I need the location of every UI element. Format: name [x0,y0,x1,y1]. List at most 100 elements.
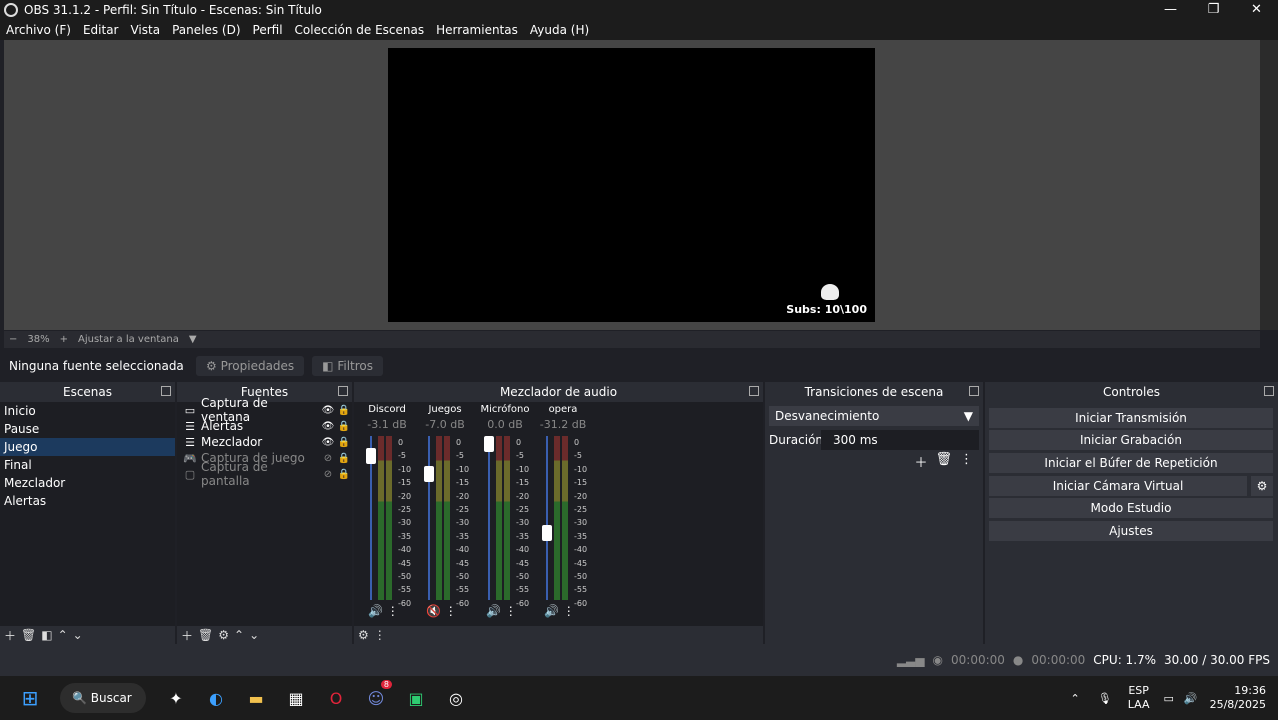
scene-item[interactable]: Juego [0,438,175,456]
add-icon[interactable]: ＋ [181,627,193,644]
preview-area[interactable]: Subs: 10\100 [4,40,1260,330]
more-icon[interactable]: ⋮ [445,604,457,618]
fader-track[interactable] [546,436,548,600]
language-indicator[interactable]: ESP LAA [1128,684,1150,712]
menu-tools[interactable]: Herramientas [430,23,524,37]
lock-icon[interactable]: 🔒 [336,469,352,480]
file-explorer-icon[interactable]: ▬ [240,682,272,714]
menu-edit[interactable]: Editar [77,23,125,37]
obs-taskbar-icon[interactable]: ◎ [440,682,472,714]
zoom-dropdown-icon[interactable]: ▼ [184,334,202,345]
volume-fader-handle[interactable] [542,524,552,541]
menu-help[interactable]: Ayuda (H) [524,23,595,37]
filters-button[interactable]: ◧ Filtros [312,356,383,376]
trash-icon[interactable]: 🗑 [935,452,952,471]
start-replay-buffer-button[interactable]: Iniciar el Búfer de Repetición [989,453,1273,473]
preview-canvas[interactable]: Subs: 10\100 [388,48,875,322]
clock[interactable]: 19:36 25/8/2025 [1210,684,1266,712]
move-down-icon[interactable]: ⌄ [73,628,83,642]
discord-icon[interactable]: ☺ 8 [360,680,392,714]
undock-icon[interactable] [749,386,759,396]
menu-scene-collection[interactable]: Colección de Escenas [289,23,431,37]
properties-button[interactable]: ⚙ Propiedades [196,356,305,376]
eye-hidden-icon[interactable]: ⊘ [320,453,336,464]
start-virtual-camera-button[interactable]: Iniciar Cámara Virtual [989,476,1247,496]
volume-fader-handle[interactable] [424,465,434,482]
store-icon[interactable]: ▦ [280,682,312,714]
edge-icon[interactable]: ◐ [200,682,232,714]
scene-item[interactable]: Alertas [0,492,175,510]
trash-icon[interactable]: 🗑 [198,628,213,642]
scene-item[interactable]: Final [0,456,175,474]
copilot-icon[interactable]: ✦ [160,682,192,714]
opera-icon[interactable]: O [320,682,352,714]
lock-icon[interactable]: 🔒 [336,453,352,464]
more-icon[interactable]: ⋮ [505,604,517,618]
lock-icon[interactable]: 🔒 [336,437,352,448]
scene-item[interactable]: Pause [0,420,175,438]
studio-mode-button[interactable]: Modo Estudio [989,498,1273,518]
source-item[interactable]: ☰ Alertas 👁 🔒 [177,418,352,434]
move-up-icon[interactable]: ⌃ [58,628,68,642]
chevron-up-icon[interactable]: ⌃ [1071,692,1080,705]
fit-window-button[interactable]: Ajustar a la ventana [73,334,184,345]
eye-icon[interactable]: 👁 [320,421,336,432]
more-icon[interactable]: ⋮ [563,604,575,618]
add-icon[interactable]: ＋ [4,627,16,644]
add-icon[interactable]: ＋ [914,452,927,471]
fader-track[interactable] [488,436,490,600]
close-button[interactable]: ✕ [1235,0,1278,20]
filter-icon[interactable]: ◧ [41,628,52,642]
undock-icon[interactable] [1264,386,1274,396]
muted-speaker-icon[interactable]: 🔇 [426,604,441,618]
undock-icon[interactable] [969,386,979,396]
chat-app-icon[interactable]: ▣ [400,682,432,714]
virtual-camera-settings-gear-icon[interactable]: ⚙ [1251,476,1273,496]
source-item[interactable]: ▢ Captura de pantalla ⊘ 🔒 [177,460,352,488]
more-icon[interactable]: ⋮ [374,628,386,642]
undock-icon[interactable] [161,386,171,396]
minimize-button[interactable]: — [1149,0,1192,20]
taskbar-search[interactable]: 🔍 Buscar [60,683,146,713]
scene-item[interactable]: Mezclador [0,474,175,492]
undock-icon[interactable] [338,386,348,396]
zoom-in-button[interactable]: + [55,334,73,345]
start-streaming-button[interactable]: Iniciar Transmisión [989,408,1273,428]
volume-fader-handle[interactable] [484,436,494,452]
menu-file[interactable]: Archivo (F) [0,23,77,37]
gear-icon[interactable]: ⚙ [358,628,369,642]
duration-input[interactable]: 300 ms [821,430,979,450]
zoom-out-button[interactable]: − [4,334,22,345]
eye-icon[interactable]: 👁 [320,405,336,416]
lock-icon[interactable]: 🔒 [336,405,352,416]
scene-item[interactable]: Inicio [0,402,175,420]
maximize-button[interactable]: ❐ [1192,0,1235,20]
source-item[interactable]: ▭ Captura de ventana 👁 🔒 [177,396,352,424]
settings-button[interactable]: Ajustes [989,521,1273,541]
speaker-icon[interactable]: 🔊 [368,604,383,618]
move-up-icon[interactable]: ⌃ [234,628,244,642]
trash-icon[interactable]: 🗑 [21,628,36,642]
volume-icon[interactable]: 🔊 [1184,692,1198,705]
preview-scrollbar[interactable] [1260,40,1278,330]
speaker-icon[interactable]: 🔊 [486,604,501,618]
menu-view[interactable]: Vista [124,23,166,37]
start-recording-button[interactable]: Iniciar Grabación [989,430,1273,450]
microphone-icon[interactable]: 🎙 [1098,692,1112,705]
speaker-icon[interactable]: 🔊 [544,604,559,618]
menu-docks[interactable]: Paneles (D) [166,23,246,37]
source-item[interactable]: ☰ Mezclador 👁 🔒 [177,434,352,450]
move-down-icon[interactable]: ⌄ [249,628,259,642]
eye-icon[interactable]: 👁 [320,437,336,448]
menu-profile[interactable]: Perfil [247,23,289,37]
more-icon[interactable]: ⋮ [960,452,973,471]
fader-track[interactable] [428,436,430,600]
lock-icon[interactable]: 🔒 [336,421,352,432]
transition-select[interactable]: Desvanecimiento ▼ [769,406,979,426]
more-icon[interactable]: ⋮ [387,604,399,618]
volume-fader-handle[interactable] [366,447,376,464]
network-icon[interactable]: ▭ [1163,692,1173,705]
windows-start-icon[interactable]: ⊞ [14,682,46,714]
eye-hidden-icon[interactable]: ⊘ [320,469,336,480]
gear-icon[interactable]: ⚙ [218,628,229,642]
